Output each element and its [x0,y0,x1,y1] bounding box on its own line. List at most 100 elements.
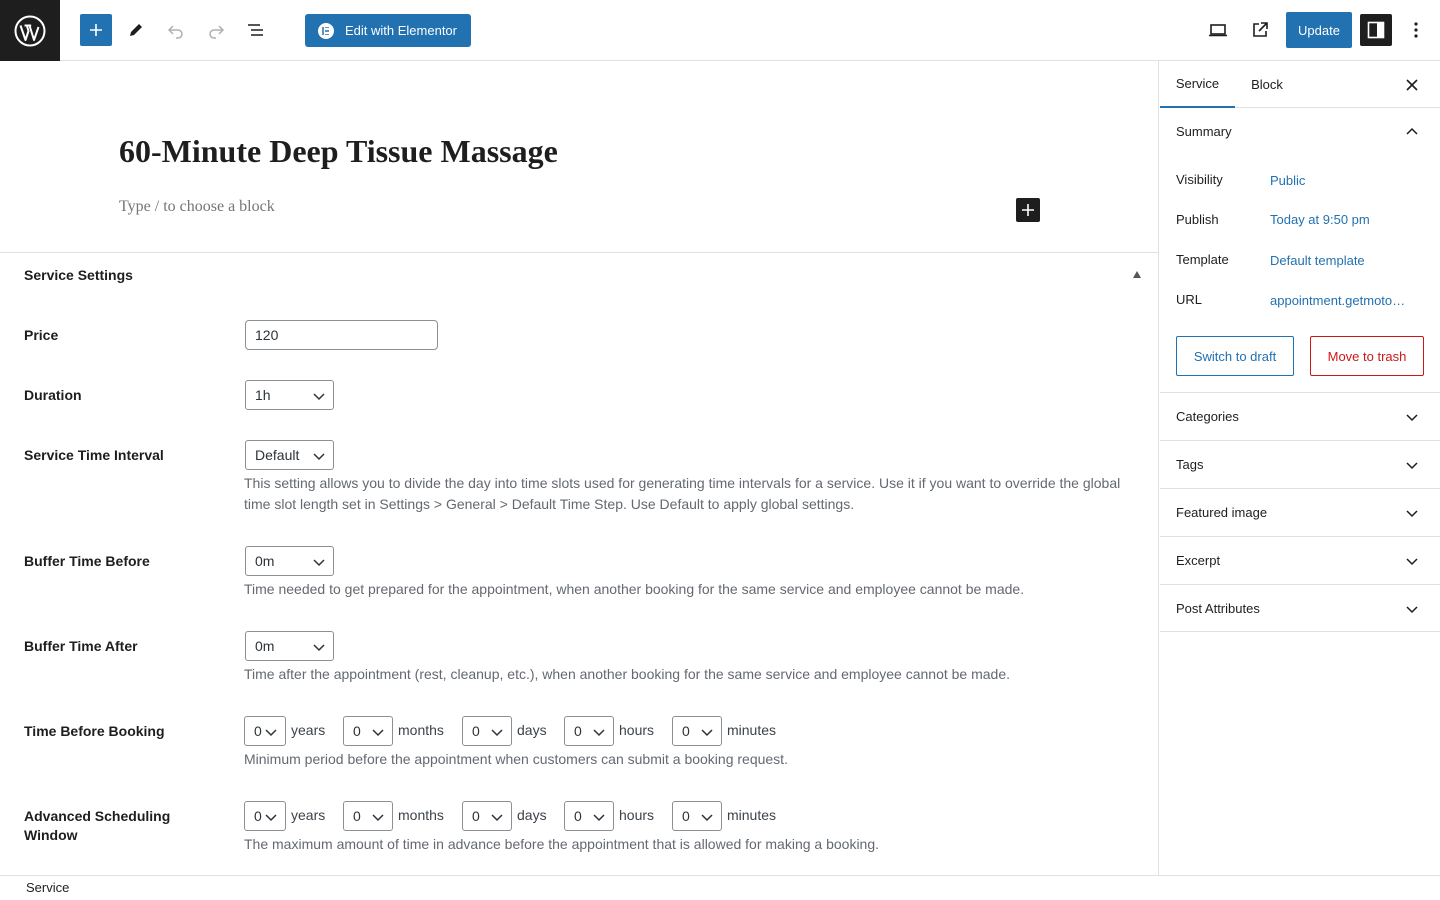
panel-excerpt[interactable]: Excerpt [1160,536,1440,584]
tbb-minutes-select[interactable]: 0 [672,716,722,746]
unit-hours: hours [619,807,655,823]
tab-service[interactable]: Service [1160,61,1235,108]
editor-footer: Service [0,875,1440,900]
buffer-after-help: Time after the appointment (rest, cleanu… [244,666,1011,682]
asw-years-value: 0 [254,808,262,824]
panel-excerpt-title: Excerpt [1176,553,1221,568]
unit-minutes: minutes [727,807,777,823]
price-input[interactable]: 120 [245,320,438,350]
edit-with-elementor-button[interactable]: Edit with Elementor [305,14,471,47]
tools-button[interactable] [120,14,152,46]
close-sidebar-button[interactable] [1400,73,1424,97]
chevron-down-icon [313,644,325,652]
publish-label: Publish [1176,212,1219,227]
asw-hours-select[interactable]: 0 [564,801,614,831]
post-title[interactable]: 60-Minute Deep Tissue Massage [119,133,558,170]
tbb-hours-select[interactable]: 0 [564,716,614,746]
chevron-down-icon [1406,414,1418,422]
asw-days-select[interactable]: 0 [462,801,512,831]
update-button[interactable]: Update [1286,12,1352,48]
tbb-months-select[interactable]: 0 [343,716,393,746]
publish-value[interactable]: Today at 9:50 pm [1270,212,1370,227]
buffer-after-select[interactable]: 0m [245,631,334,661]
interval-select[interactable]: Default [245,440,334,470]
chevron-down-icon [313,559,325,567]
advanced-window-help: The maximum amount of time in advance be… [244,836,880,852]
duration-select[interactable]: 1h [245,380,334,410]
panel-categories[interactable]: Categories [1160,392,1440,440]
interval-help-line2: time slot length set in Settings > Gener… [244,496,855,512]
tbb-minutes-value: 0 [682,723,690,739]
block-inserter-button[interactable] [80,14,112,46]
block-placeholder[interactable]: Type / to choose a block [119,198,275,216]
unit-months: months [398,807,444,823]
panel-tags-title: Tags [1176,457,1204,472]
metabox-title: Service Settings [24,267,133,283]
panel-featured-image[interactable]: Featured image [1160,488,1440,536]
interval-value: Default [255,447,300,463]
template-label: Template [1176,252,1229,267]
collapse-arrow-icon[interactable] [1133,271,1141,278]
interval-label: Service Time Interval [24,447,164,463]
chevron-up-icon[interactable] [1404,124,1420,140]
move-to-trash-button[interactable]: Move to trash [1310,336,1424,376]
editor-toolbar: Edit with Elementor Update [0,0,1440,61]
chevron-down-icon [372,814,384,822]
plus-icon [1022,204,1034,216]
template-value[interactable]: Default template [1270,253,1365,268]
inline-block-inserter-button[interactable] [1016,198,1040,222]
undo-button[interactable] [160,14,192,46]
options-menu-button[interactable] [1400,14,1432,46]
asw-months-select[interactable]: 0 [343,801,393,831]
sidebar-icon [1367,21,1385,39]
panel-tags[interactable]: Tags [1160,440,1440,488]
chevron-down-icon [593,729,605,737]
chevron-down-icon [1406,606,1418,614]
list-view-icon [248,24,263,36]
buffer-before-help: Time needed to get prepared for the appo… [244,581,1025,597]
panel-post-attributes-title: Post Attributes [1176,601,1260,616]
time-before-booking-label: Time Before Booking [24,723,165,739]
settings-sidebar-toggle[interactable] [1360,14,1392,46]
buffer-before-select[interactable]: 0m [245,546,334,576]
asw-minutes-select[interactable]: 0 [672,801,722,831]
unit-days: days [517,722,547,738]
panel-featured-image-title: Featured image [1176,505,1268,520]
asw-hours-value: 0 [574,808,582,824]
asw-years-select[interactable]: 0 [244,801,286,831]
buffer-after-label: Buffer Time After [24,638,138,654]
unit-minutes: minutes [727,722,777,738]
chevron-down-icon [265,729,277,737]
wordpress-logo-icon[interactable] [0,0,60,61]
close-icon [1406,79,1418,91]
tbb-hours-value: 0 [574,723,582,739]
service-settings-metabox: Service Settings Price 120 Duration 1h S… [0,252,1159,852]
undo-icon [167,25,183,39]
view-post-button[interactable] [1244,14,1276,46]
elementor-label: Edit with Elementor [345,23,457,38]
buffer-after-value: 0m [255,638,275,654]
redo-button[interactable] [200,14,232,46]
duration-value: 1h [255,387,271,403]
advanced-window-label-line1: Advanced Scheduling [24,808,171,824]
switch-to-draft-button[interactable]: Switch to draft [1176,336,1294,376]
tab-block[interactable]: Block [1235,61,1299,108]
elementor-icon [318,22,334,39]
tbb-days-select[interactable]: 0 [462,716,512,746]
summary-panel-title[interactable]: Summary [1176,124,1232,139]
document-overview-button[interactable] [240,14,272,46]
tbb-years-select[interactable]: 0 [244,716,286,746]
unit-days: days [517,807,547,823]
breadcrumb[interactable]: Service [26,880,69,895]
settings-sidebar: Service Block Summary Visibility Public … [1160,61,1440,875]
visibility-value[interactable]: Public [1270,173,1305,188]
buffer-before-value: 0m [255,553,275,569]
more-vertical-icon [1414,22,1418,38]
chevron-down-icon [313,393,325,401]
url-value[interactable]: appointment.getmoto… [1270,293,1405,308]
unit-months: months [398,722,444,738]
panel-post-attributes[interactable]: Post Attributes [1160,584,1440,632]
chevron-down-icon [1406,510,1418,518]
chevron-down-icon [701,814,713,822]
preview-device-button[interactable] [1202,14,1234,46]
